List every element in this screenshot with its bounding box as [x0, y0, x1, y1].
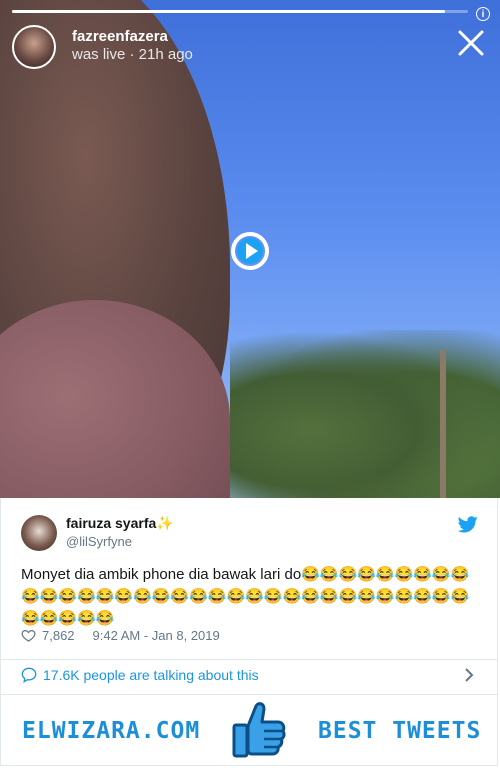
- chevron-right-icon[interactable]: [462, 667, 476, 683]
- story-progress-fill: [12, 10, 446, 13]
- twitter-bird-icon[interactable]: [458, 516, 478, 533]
- story-avatar[interactable]: [12, 25, 56, 69]
- thumbs-up-icon: [232, 702, 286, 758]
- divider: [1, 694, 497, 695]
- play-icon[interactable]: [230, 231, 270, 271]
- speech-bubble-icon: [21, 667, 37, 683]
- conversation-link[interactable]: 17.6K people are talking about this: [21, 667, 259, 683]
- close-icon[interactable]: [456, 28, 486, 58]
- tweet-meta: 7,862 9:42 AM - Jan 8, 2019: [21, 628, 220, 643]
- story-progress-bar: [12, 10, 468, 13]
- heart-icon[interactable]: [21, 628, 36, 643]
- story-status: was live · 21h ago: [72, 46, 193, 63]
- display-name[interactable]: fairuza syarfa✨: [66, 515, 174, 532]
- avatar[interactable]: [21, 515, 57, 551]
- like-count[interactable]: 7,862: [42, 628, 75, 643]
- story-username[interactable]: fazreenfazera: [72, 28, 168, 45]
- footer-site-name: ELWIZARA.COM: [22, 718, 201, 744]
- info-icon[interactable]: i: [476, 7, 490, 21]
- video-palm-trees: [230, 330, 500, 498]
- live-video-thumbnail[interactable]: i fazreenfazera was live · 21h ago: [0, 0, 500, 498]
- divider: [1, 659, 497, 660]
- footer-tagline: BEST TWEETS: [318, 718, 482, 744]
- user-handle[interactable]: @lilSyrfyne: [66, 534, 132, 549]
- conversation-label: 17.6K people are talking about this: [43, 667, 259, 683]
- tweet-timestamp[interactable]: 9:42 AM - Jan 8, 2019: [93, 628, 220, 643]
- video-utility-pole: [440, 350, 446, 498]
- tweet-text: Monyet dia ambik phone dia bawak lari do…: [21, 566, 470, 627]
